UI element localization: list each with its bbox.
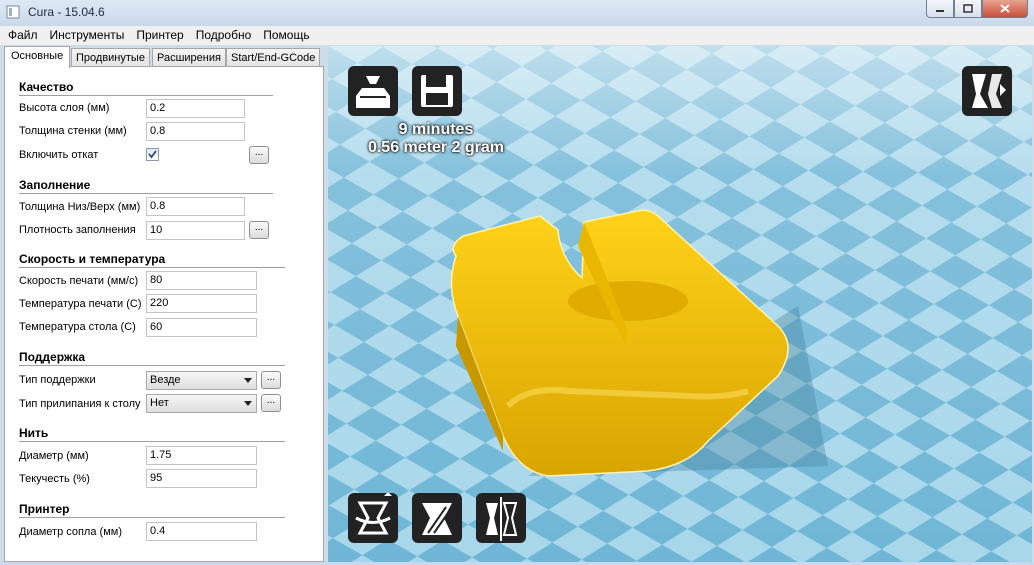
label-layer-height: Высота слоя (мм) — [19, 102, 110, 114]
support-type-value: Везде — [150, 374, 181, 386]
tab-advanced[interactable]: Продвинутые — [71, 48, 150, 67]
label-shell-thickness: Толщина стенки (мм) — [19, 125, 127, 137]
section-title-speed-temperature: Скорость и температура — [19, 252, 166, 266]
section-divider — [19, 95, 273, 96]
section-title-machine: Принтер — [19, 502, 70, 516]
menu-printer[interactable]: Принтер — [130, 26, 189, 45]
fill-settings-button[interactable]: ... — [249, 221, 269, 239]
label-filament-diameter: Диаметр (мм) — [19, 450, 89, 462]
print-temperature-input[interactable]: 220 — [146, 294, 257, 313]
menu-bar: Файл Инструменты Принтер Подробно Помощь — [0, 26, 1034, 45]
flow-input[interactable]: 95 — [146, 469, 257, 488]
scale-button[interactable] — [412, 493, 462, 543]
basic-settings-page: Качество Высота слоя (мм) 0.2 Толщина ст… — [4, 66, 324, 562]
close-icon — [1000, 4, 1010, 13]
section-title-filament: Нить — [19, 426, 49, 440]
settings-panel: Основные Продвинутые Расширения Start/En… — [4, 46, 324, 562]
material-usage: 0.56 meter 2 gram — [367, 139, 505, 156]
label-fill-density: Плотность заполнения — [19, 224, 136, 236]
retraction-checkbox[interactable] — [146, 148, 159, 161]
menu-expert[interactable]: Подробно — [190, 26, 258, 45]
section-title-fill: Заполнение — [19, 178, 91, 192]
tab-plugins[interactable]: Расширения — [152, 48, 226, 67]
load-icon — [356, 76, 390, 108]
mirror-button[interactable] — [476, 493, 526, 543]
maximize-icon — [963, 4, 973, 13]
shell-thickness-input[interactable]: 0.8 — [146, 122, 245, 141]
label-bottom-top-thickness: Толщина Низ/Верх (мм) — [19, 201, 141, 213]
app-icon — [6, 5, 20, 19]
bottom-top-thickness-input[interactable]: 0.8 — [146, 197, 245, 216]
section-divider — [19, 267, 285, 268]
menu-file[interactable]: Файл — [0, 26, 44, 45]
3d-viewport[interactable]: 9 minutes 0.56 meter 2 gram — [328, 46, 1032, 562]
scale-icon — [422, 503, 452, 535]
tab-bar: Основные Продвинутые Расширения Start/En… — [4, 46, 324, 68]
tab-start-end-gcode[interactable]: Start/End-GCode — [226, 48, 321, 67]
platform-adhesion-select[interactable]: Нет — [146, 394, 257, 413]
save-gcode-button[interactable] — [412, 66, 462, 116]
menu-tools[interactable]: Инструменты — [44, 26, 131, 45]
load-model-button[interactable] — [348, 66, 398, 116]
minimize-icon — [936, 9, 944, 12]
maximize-button[interactable] — [954, 0, 982, 18]
section-divider — [19, 517, 285, 518]
window-title: Cura - 15.04.6 — [28, 5, 105, 19]
label-bed-temperature: Температура стола (С) — [19, 321, 136, 333]
support-type-select[interactable]: Везде — [146, 371, 257, 390]
label-support-type: Тип поддержки — [19, 374, 96, 386]
bed-temperature-input[interactable]: 60 — [146, 318, 257, 337]
fill-density-input[interactable]: 10 — [146, 221, 245, 240]
platform-adhesion-value: Нет — [150, 397, 169, 409]
label-enable-retraction: Включить откат — [19, 149, 99, 161]
section-divider — [19, 441, 285, 442]
section-title-support: Поддержка — [19, 350, 86, 364]
section-title-quality: Качество — [19, 80, 74, 94]
menu-help[interactable]: Помощь — [257, 26, 315, 45]
adhesion-settings-button[interactable]: ... — [261, 394, 281, 412]
label-flow: Текучесть (%) — [19, 473, 90, 485]
filament-diameter-input[interactable]: 1.75 — [146, 446, 257, 465]
label-nozzle-size: Диаметр сопла (мм) — [19, 526, 122, 538]
mirror-icon — [486, 497, 518, 541]
section-divider — [19, 193, 273, 194]
rotate-icon — [355, 493, 392, 535]
title-bar: Cura - 15.04.6 — [0, 0, 1034, 26]
checkmark-icon — [148, 150, 157, 159]
rotate-button[interactable] — [348, 493, 398, 543]
chevron-down-icon — [244, 378, 252, 383]
support-settings-button[interactable]: ... — [261, 371, 281, 389]
tab-basic[interactable]: Основные — [4, 46, 71, 68]
save-icon — [421, 75, 453, 107]
view-mode-button[interactable] — [962, 66, 1012, 116]
retraction-settings-button[interactable]: ... — [249, 146, 269, 164]
print-speed-input[interactable]: 80 — [146, 271, 257, 290]
minimize-button[interactable] — [926, 0, 954, 18]
print-time: 9 minutes — [398, 121, 474, 138]
layer-height-input[interactable]: 0.2 — [146, 99, 245, 118]
label-print-speed: Скорость печати (мм/с) — [19, 275, 139, 287]
chevron-down-icon — [244, 401, 252, 406]
nozzle-size-input[interactable]: 0.4 — [146, 522, 257, 541]
close-button[interactable] — [982, 0, 1028, 18]
label-print-temperature: Температура печати (С) — [19, 298, 142, 310]
label-platform-adhesion: Тип прилипания к столу — [19, 398, 141, 410]
view-mode-icon — [972, 74, 1006, 108]
section-divider — [19, 365, 285, 366]
